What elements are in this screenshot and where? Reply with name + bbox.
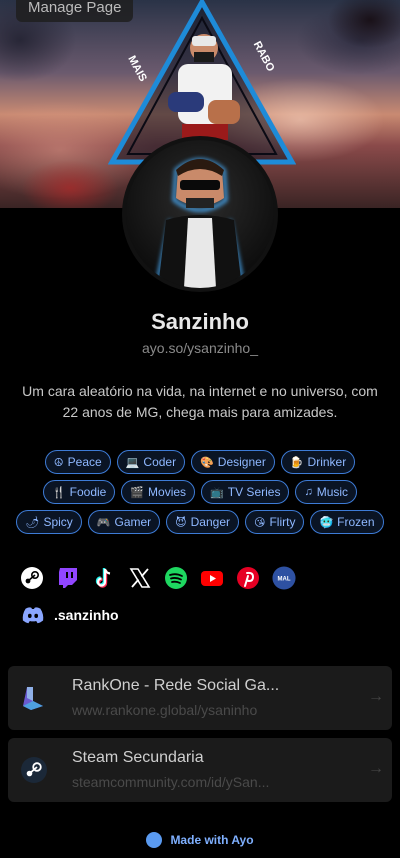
tiktok-icon[interactable]	[92, 566, 116, 590]
discord-contact[interactable]: .sanzinho	[22, 606, 119, 624]
music-note-icon: ♫	[304, 486, 313, 498]
rankone-icon	[18, 682, 50, 714]
tag-music: ♫ Music	[295, 480, 358, 504]
tag-flirty: 😘 Flirty	[245, 510, 305, 534]
manage-page-button[interactable]: Manage Page	[16, 0, 134, 22]
tag-designer: 🎨 Designer	[191, 450, 275, 474]
tag-gamer: 🎮 Gamer	[87, 510, 161, 534]
pepper-icon: 🌶	[25, 516, 40, 529]
twitch-icon[interactable]	[56, 566, 80, 590]
social-links: MAL	[20, 566, 296, 590]
tag-frozen: 🥶 Frozen	[310, 510, 384, 534]
profile-name: Sanzinho	[151, 309, 249, 334]
palette-icon: 🎨	[200, 456, 214, 469]
profile-bio: Um cara aleatório na vida, na internet e…	[22, 383, 378, 420]
arrow-right-icon: →	[368, 760, 384, 777]
link-card-rankone[interactable]: RankOne - Rede Social Ga... www.rankone.…	[8, 666, 392, 730]
myanimelist-icon[interactable]: MAL	[272, 566, 296, 590]
link-url: www.rankone.global/ysaninho	[72, 702, 258, 718]
tag-peace: ☮ Peace	[44, 450, 111, 474]
tag-drinker: 🍺 Drinker	[280, 450, 356, 474]
tag-spicy: 🌶 Spicy	[16, 510, 82, 534]
tag-movies: 🎬 Movies	[121, 480, 196, 504]
banner-text-right: RABO	[251, 39, 277, 74]
svg-text:MAL: MAL	[278, 576, 291, 582]
tag-coder: 💻 Coder	[116, 450, 186, 474]
steam-icon	[18, 754, 50, 786]
tag-danger: 😈 Danger	[166, 510, 239, 534]
fork-knife-icon: 🍴	[51, 486, 66, 499]
peace-icon: ☮	[53, 456, 64, 469]
discord-username: .sanzinho	[54, 607, 119, 623]
link-url: steamcommunity.com/id/ySan...	[72, 774, 270, 790]
clapper-icon: 🎬	[130, 486, 145, 499]
profile-handle[interactable]: ayo.so/ysanzinho_	[0, 340, 400, 356]
avatar	[122, 136, 278, 292]
footer-text: Made with Ayo	[170, 833, 254, 847]
gamepad-icon: 🎮	[96, 516, 111, 529]
beer-icon: 🍺	[289, 456, 304, 469]
x-icon[interactable]	[128, 566, 152, 590]
link-title: RankOne - Rede Social Ga...	[72, 677, 280, 694]
banner-text-left: MAIS	[125, 54, 149, 84]
laptop-icon: 💻	[125, 456, 140, 469]
tag-foodie: 🍴 Foodie	[42, 480, 116, 504]
arrow-right-icon: →	[368, 688, 384, 705]
cold-face-icon: 🥶	[319, 516, 334, 529]
pinterest-icon[interactable]	[236, 566, 260, 590]
ayo-logo-icon	[146, 832, 163, 848]
link-card-steam[interactable]: Steam Secundaria steamcommunity.com/id/y…	[8, 738, 392, 802]
tv-icon: 📺	[210, 486, 224, 499]
kiss-face-icon: 😘	[254, 516, 266, 529]
interest-tags: ☮ Peace 💻 Coder 🎨 Designer 🍺 Drinker 🍴 Foodie…	[0, 450, 400, 540]
steam-icon[interactable]	[20, 566, 44, 590]
made-with-ayo-footer[interactable]: Made with Ayo	[0, 832, 400, 848]
tag-tv-series: 📺 TV Series	[201, 480, 290, 504]
discord-icon	[22, 607, 44, 624]
link-title: Steam Secundaria	[72, 749, 204, 766]
spotify-icon[interactable]	[164, 566, 188, 590]
devil-icon: 😈	[175, 516, 187, 529]
youtube-icon[interactable]	[200, 566, 224, 590]
